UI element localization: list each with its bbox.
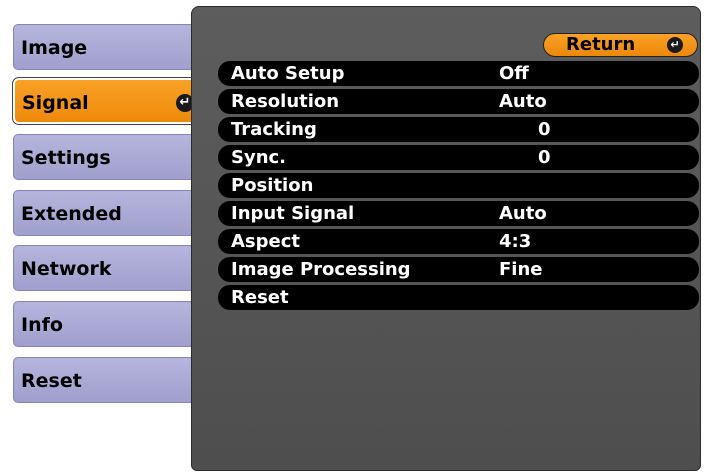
item-label: Sync. xyxy=(231,147,287,168)
tab-extended[interactable]: Extended xyxy=(13,190,194,236)
tab-image[interactable]: Image xyxy=(13,24,194,70)
item-label: Tracking xyxy=(231,119,317,140)
tab-label: Image xyxy=(21,37,88,59)
item-label: Input Signal xyxy=(231,203,355,224)
menu-item-tracking[interactable]: Tracking 0 xyxy=(218,117,699,142)
enter-icon: ↵ xyxy=(667,37,683,53)
tab-label: Signal xyxy=(22,92,89,114)
item-value: 0 xyxy=(538,147,551,168)
menu-item-input-signal[interactable]: Input Signal Auto xyxy=(218,201,699,226)
tab-label: Reset xyxy=(21,370,82,392)
tab-label: Info xyxy=(21,314,63,336)
menu-item-image-processing[interactable]: Image Processing Fine xyxy=(218,257,699,282)
tab-menu: Image Signal ↵ Settings Extended Network… xyxy=(0,0,204,473)
item-value: 0 xyxy=(538,119,551,140)
item-label: Image Processing xyxy=(231,259,411,280)
item-label: Aspect xyxy=(231,231,301,252)
item-value: Auto xyxy=(499,203,547,224)
item-label: Resolution xyxy=(231,91,340,112)
item-value: Off xyxy=(499,63,529,84)
tab-label: Network xyxy=(21,258,112,280)
item-value: Fine xyxy=(499,259,543,280)
menu-item-auto-setup[interactable]: Auto Setup Off xyxy=(218,61,699,86)
tab-network[interactable]: Network xyxy=(13,245,194,291)
item-label: Position xyxy=(231,175,314,196)
tab-settings[interactable]: Settings xyxy=(13,134,194,180)
menu-item-position[interactable]: Position xyxy=(218,173,699,198)
item-value: 4:3 xyxy=(499,231,532,252)
item-label: Auto Setup xyxy=(231,63,345,84)
menu-item-reset[interactable]: Reset xyxy=(218,285,699,310)
tab-label: Extended xyxy=(21,203,122,225)
tab-label: Settings xyxy=(21,147,111,169)
signal-settings-list: Auto Setup Off Resolution Auto Tracking … xyxy=(218,61,699,313)
tab-info[interactable]: Info xyxy=(13,301,194,347)
tab-signal[interactable]: Signal ↵ xyxy=(12,77,204,125)
menu-item-resolution[interactable]: Resolution Auto xyxy=(218,89,699,114)
menu-item-sync[interactable]: Sync. 0 xyxy=(218,145,699,170)
item-value: Auto xyxy=(499,91,547,112)
return-button[interactable]: Return ↵ xyxy=(543,33,698,57)
menu-item-aspect[interactable]: Aspect 4:3 xyxy=(218,229,699,254)
tab-reset[interactable]: Reset xyxy=(13,357,194,403)
projector-menu-screen: Image Signal ↵ Settings Extended Network… xyxy=(0,0,704,473)
item-label: Reset xyxy=(231,287,289,308)
return-label: Return xyxy=(566,34,636,55)
